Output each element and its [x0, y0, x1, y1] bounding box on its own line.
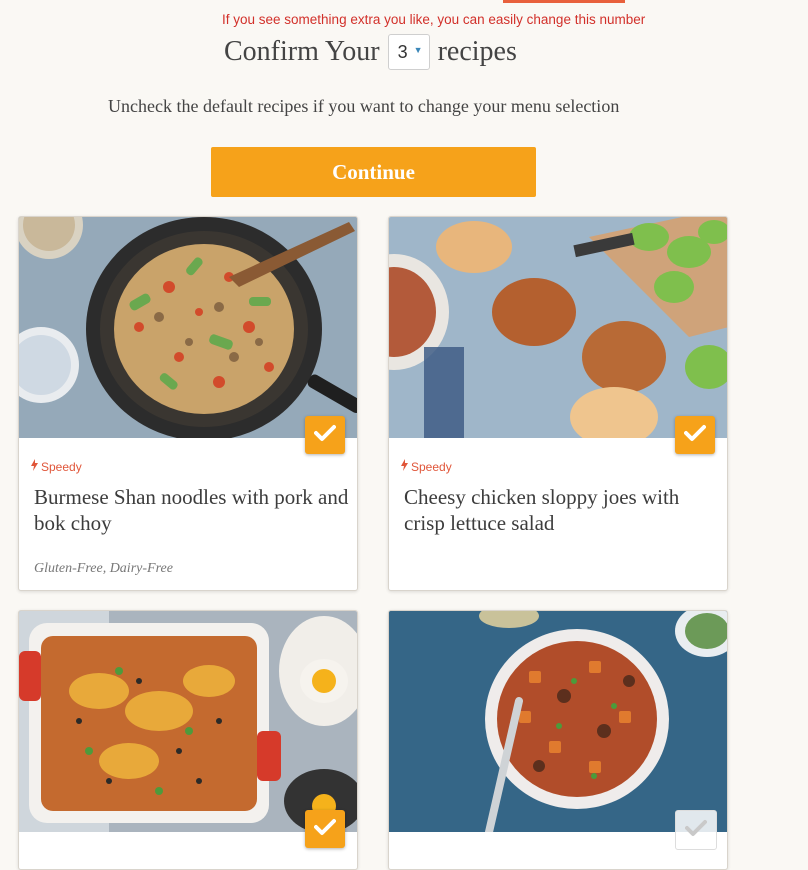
recipe-select-checkbox[interactable]	[675, 416, 715, 454]
recipe-image-sloppy-joes	[389, 217, 727, 438]
title-suffix: recipes	[437, 36, 517, 67]
quantity-hint: If you see something extra you like, you…	[222, 12, 646, 27]
instructions-text: Uncheck the default recipes if you want …	[108, 96, 620, 116]
checkmark-icon	[314, 818, 336, 841]
checkmark-icon	[685, 819, 707, 842]
quantity-value: 3	[397, 41, 408, 62]
recipe-image-noodles	[19, 217, 357, 438]
badge-label: Speedy	[41, 459, 82, 474]
checkmark-icon	[314, 424, 336, 447]
recipe-card[interactable]: Speedy Cheesy chicken sloppy joes with c…	[388, 216, 728, 591]
page-title: Confirm Your 3 ▼ recipes	[224, 34, 517, 70]
speedy-badge: Speedy	[401, 459, 452, 474]
top-accent-bar	[503, 0, 625, 3]
speedy-badge: Speedy	[31, 459, 82, 474]
dietary-tags: Gluten-Free, Dairy-Free	[34, 561, 173, 577]
lightning-icon	[401, 459, 408, 474]
tag-gluten-free: Gluten-Free	[34, 561, 103, 576]
title-prefix: Confirm Your	[224, 36, 380, 67]
recipe-card[interactable]	[18, 610, 358, 870]
recipe-quantity-select[interactable]: 3 ▼	[387, 34, 430, 70]
caret-down-icon: ▼	[413, 45, 423, 55]
lightning-icon	[31, 459, 38, 474]
recipe-card[interactable]	[388, 610, 728, 870]
continue-button[interactable]: Continue	[211, 147, 536, 197]
recipe-select-checkbox[interactable]	[675, 810, 717, 850]
checkmark-icon	[684, 424, 706, 447]
tag-separator: ,	[102, 561, 110, 576]
tag-dairy-free: Dairy-Free	[109, 561, 173, 576]
recipe-image-stew	[389, 611, 727, 832]
recipe-select-checkbox[interactable]	[305, 810, 345, 848]
badge-label: Speedy	[411, 459, 452, 474]
recipe-card[interactable]: Speedy Burmese Shan noodles with pork an…	[18, 216, 358, 591]
recipe-select-checkbox[interactable]	[305, 416, 345, 454]
recipe-image-enchiladas	[19, 611, 357, 832]
recipe-title[interactable]: Burmese Shan noodles with pork and bok c…	[34, 484, 349, 536]
recipe-title[interactable]: Cheesy chicken sloppy joes with crisp le…	[404, 484, 719, 536]
